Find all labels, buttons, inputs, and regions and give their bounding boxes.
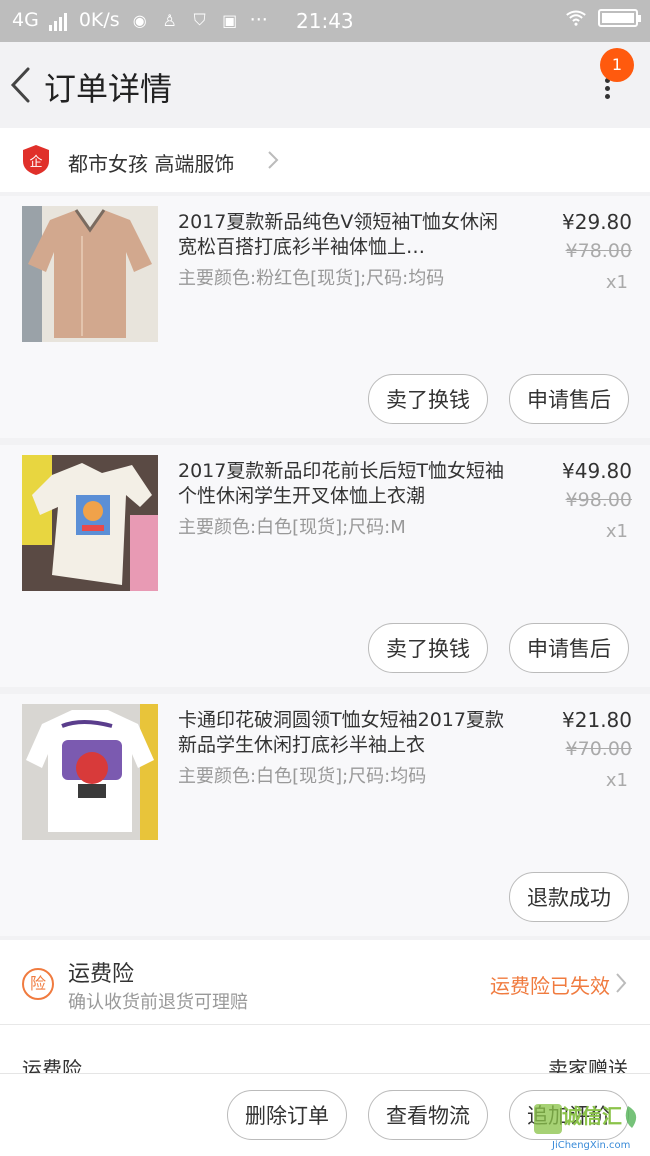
more-dot-icon <box>604 94 610 99</box>
product-spec: 主要颜色:白色[现货];尺码:均码 <box>178 766 427 787</box>
insurance-title: 运费险 <box>68 962 135 987</box>
shop-name: 都市女孩 高端服饰 <box>68 152 235 176</box>
more-menu-button[interactable] <box>595 78 619 108</box>
order-item[interactable]: 卡通印花破洞圆领T恤女短袖2017夏款新品学生休闲打底衫半袖上衣 主要颜色:白色… <box>0 694 650 936</box>
back-button[interactable] <box>8 66 38 104</box>
product-price: ¥49.80 <box>562 459 632 483</box>
status-left: 4G 0K/s ◉ ♙ ⛉ ▣ ··· <box>12 9 268 31</box>
product-thumbnail[interactable] <box>22 455 158 591</box>
product-thumbnail[interactable] <box>22 704 158 840</box>
back-arrow-icon <box>10 67 30 103</box>
product-thumbnail[interactable] <box>22 206 158 342</box>
product-quantity: x1 <box>605 521 628 542</box>
more-notifications: ··· <box>249 9 268 31</box>
shipping-insurance-row[interactable]: 险 运费险 确认收货前退货可理赔 运费险已失效 <box>0 940 650 1025</box>
signal-icon <box>48 9 69 31</box>
network-type: 4G <box>12 9 39 31</box>
notification-badge: 1 <box>600 48 634 82</box>
shop-row[interactable]: 企 都市女孩 高端服饰 <box>0 128 650 192</box>
after-sales-button[interactable]: 申请售后 <box>509 623 629 673</box>
shop-logo-text: 企 <box>29 154 42 170</box>
delete-order-button[interactable]: 删除订单 <box>227 1090 347 1140</box>
insurance-subtitle: 确认收货前退货可理赔 <box>68 992 248 1013</box>
watermark-text: 诚信汇 <box>562 1104 622 1128</box>
insurance-status: 运费险已失效 <box>490 974 610 998</box>
product-title[interactable]: 2017夏款新品印花前长后短T恤女短袖个性休闲学生开叉体恤上衣潮 <box>178 459 508 509</box>
watermark-url: JiChengXin.com <box>552 1140 631 1151</box>
page-title: 订单详情 <box>44 70 173 108</box>
shop-logo-icon: 企 <box>22 144 50 176</box>
order-item[interactable]: 2017夏款新品印花前长后短T恤女短袖个性休闲学生开叉体恤上衣潮 主要颜色:白色… <box>0 445 650 687</box>
chevron-right-icon <box>266 150 280 170</box>
insurance-icon: 险 <box>22 968 54 1000</box>
refund-success-button[interactable]: 退款成功 <box>509 872 629 922</box>
status-bar: 4G 0K/s ◉ ♙ ⛉ ▣ ··· 21:43 <box>0 0 650 42</box>
product-price: ¥29.80 <box>562 210 632 234</box>
battery-icon <box>598 9 641 27</box>
more-dot-icon <box>604 86 610 91</box>
chevron-right-icon <box>614 972 628 994</box>
product-original-price: ¥98.00 <box>565 489 632 511</box>
fee-row: 运费险 卖家赠送 <box>0 1025 650 1081</box>
product-spec: 主要颜色:白色[现货];尺码:M <box>178 517 406 538</box>
resell-button[interactable]: 卖了换钱 <box>368 374 488 424</box>
weibo-icon: ◉ <box>132 10 147 30</box>
qq-icon: ♙ <box>162 10 177 30</box>
nav-bar: 订单详情 1 <box>0 42 650 128</box>
view-logistics-button[interactable]: 查看物流 <box>368 1090 488 1140</box>
order-item[interactable]: 2017夏款新品纯色V领短袖T恤女休闲宽松百搭打底衫半袖体恤上… 主要颜色:粉红… <box>0 196 650 438</box>
wifi-icon <box>566 8 586 28</box>
product-spec: 主要颜色:粉红色[现货];尺码:均码 <box>178 268 445 289</box>
shield-icon: ⛉ <box>193 10 206 29</box>
product-quantity: x1 <box>605 272 628 293</box>
status-right <box>566 8 641 28</box>
clock: 21:43 <box>296 9 354 33</box>
product-title[interactable]: 卡通印花破洞圆领T恤女短袖2017夏款新品学生休闲打底衫半袖上衣 <box>178 708 508 758</box>
browser-icon: ▣ <box>222 10 238 30</box>
product-original-price: ¥70.00 <box>565 738 632 760</box>
resell-button[interactable]: 卖了换钱 <box>368 623 488 673</box>
product-original-price: ¥78.00 <box>565 240 632 262</box>
product-price: ¥21.80 <box>562 708 632 732</box>
after-sales-button[interactable]: 申请售后 <box>509 374 629 424</box>
product-quantity: x1 <box>605 770 628 791</box>
network-speed: 0K/s <box>78 9 120 31</box>
product-title[interactable]: 2017夏款新品纯色V领短袖T恤女休闲宽松百搭打底衫半袖体恤上… <box>178 210 508 260</box>
